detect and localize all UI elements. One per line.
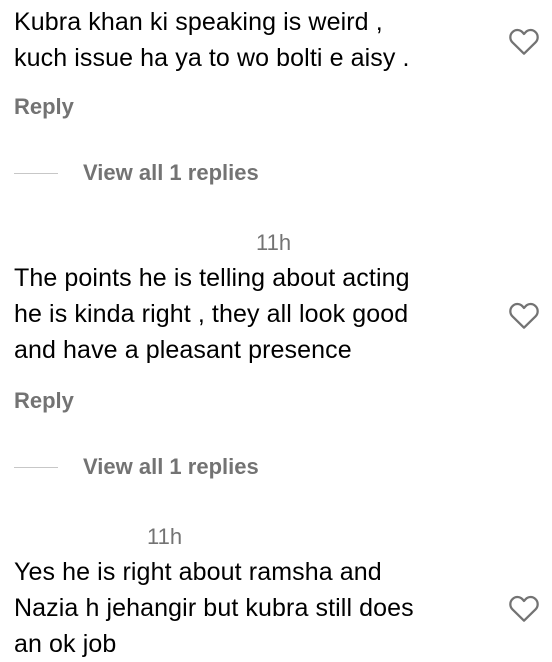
comment-line: an ok job bbox=[14, 630, 117, 658]
comment-line: kuch issue ha ya to wo bolti e aisy . bbox=[14, 44, 410, 72]
comment-line: Yes he is right about ramsha and bbox=[14, 558, 382, 586]
comment-text-2: The points he is telling about acting he… bbox=[14, 260, 484, 368]
divider-line bbox=[14, 466, 58, 468]
view-replies-button[interactable]: View all 1 replies bbox=[14, 452, 259, 482]
heart-icon[interactable] bbox=[508, 300, 540, 330]
comment-text-3: Yes he is right about ramsha and Nazia h… bbox=[14, 554, 484, 662]
comment-line: The points he is telling about acting bbox=[14, 264, 410, 292]
comment-line: and have a pleasant presence bbox=[14, 336, 352, 364]
heart-icon[interactable] bbox=[508, 593, 540, 623]
comment-line: he is kinda right , they all look good bbox=[14, 300, 409, 328]
comment-timestamp: 11h bbox=[147, 524, 183, 549]
comment-line: Nazia h jehangir but kubra still does bbox=[14, 594, 414, 622]
view-replies-label: View all 1 replies bbox=[83, 160, 259, 185]
divider-line bbox=[14, 172, 58, 174]
comment-line: Kubra khan ki speaking is weird , bbox=[14, 8, 383, 36]
reply-button[interactable]: Reply bbox=[14, 388, 74, 414]
heart-icon[interactable] bbox=[508, 26, 540, 56]
comment-text-1: Kubra khan ki speaking is weird , kuch i… bbox=[14, 4, 484, 76]
view-replies-label: View all 1 replies bbox=[83, 454, 259, 479]
view-replies-button[interactable]: View all 1 replies bbox=[14, 158, 259, 188]
reply-button[interactable]: Reply bbox=[14, 94, 74, 120]
comment-timestamp: 11h bbox=[256, 230, 292, 255]
